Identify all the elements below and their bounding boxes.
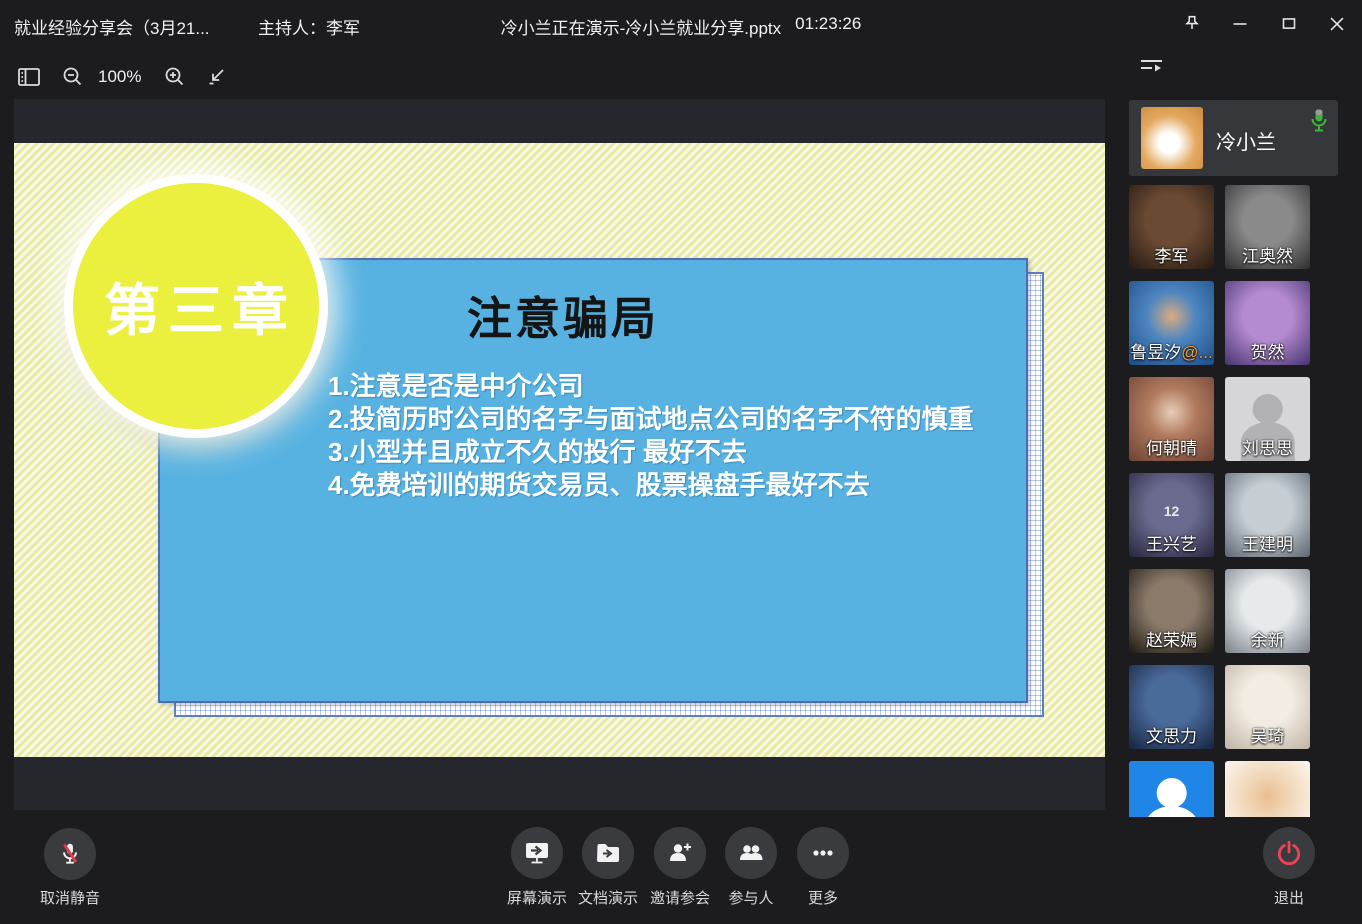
slide-bullet-list: 1.注意是否是中介公司 2.投简历时公司的名字与面试地点公司的名字不符的慎重 3… [328,370,974,502]
participant-name: 鲁昱汐@... [1129,338,1214,363]
more-label: 更多 [763,887,883,908]
participant-tile[interactable]: 江奥然 [1225,185,1310,269]
participants-icon [725,827,777,879]
active-speaker-tile[interactable]: 冷小兰 [1129,100,1338,176]
doc-share-icon [582,827,634,879]
participant-tile[interactable]: 贺然 [1225,281,1310,365]
participant-name: 刘思思 [1225,434,1310,459]
host-label: 主持人：李军 [258,14,360,39]
minimize-button[interactable] [1226,12,1254,36]
maximize-button[interactable] [1275,12,1303,36]
invite-icon [654,827,706,879]
participant-name: 赵荣嫣 [1129,626,1214,651]
mic-active-icon [1309,108,1329,139]
layout-panel-icon[interactable] [16,64,42,90]
chapter-badge-text: 第三章 [96,266,296,347]
close-button[interactable] [1323,12,1351,36]
slide-bullet: 4.免费培训的期货交易员、股票操盘手最好不去 [328,469,974,502]
power-icon [1263,827,1315,879]
fit-screen-icon[interactable] [204,64,230,90]
participant-name: 吴琦 [1225,722,1310,747]
presentation-slide: 注意骗局 1.注意是否是中介公司 2.投简历时公司的名字与面试地点公司的名字不符… [14,143,1105,757]
participant-tile[interactable]: 赵荣嫣 [1129,569,1214,653]
participant-tile[interactable]: 吴琦 [1225,665,1310,749]
meeting-window: { "titlebar": { "meeting_title": "就业经验分享… [0,0,1362,924]
participant-grid: 李军江奥然鲁昱汐@... 贺然何朝晴刘思思 12 王兴艺王建明赵荣嫣余新文思力吴琦 [1129,185,1311,817]
meeting-title: 就业经验分享会（3月21... [14,14,210,39]
screen-share-icon [511,827,563,879]
avatar-overlay-text: 12 [1164,503,1180,519]
placeholder-avatar-icon [1156,778,1187,808]
slide-bullet: 1.注意是否是中介公司 [328,370,974,403]
more-icon [797,827,849,879]
collapse-panel-icon[interactable] [1140,56,1164,76]
unmute-label: 取消静音 [10,887,130,908]
participant-tile[interactable] [1225,761,1310,817]
presenting-title: 冷小兰正在演示-冷小兰就业分享.pptx 01:23:26 [501,14,862,39]
participant-tile[interactable]: 鲁昱汐@... [1129,281,1214,365]
slide-bullet: 2.投简历时公司的名字与面试地点公司的名字不符的慎重 [328,403,974,436]
participant-name: 文思力 [1129,722,1214,747]
participant-name: 余新 [1225,626,1310,651]
zoom-in-icon[interactable] [162,64,188,90]
participant-name: 王兴艺 [1129,530,1214,555]
presenting-filename: 冷小兰正在演示-冷小兰就业分享.pptx [501,14,782,39]
exit-label: 退出 [1229,887,1349,908]
participant-tile[interactable]: 余新 [1225,569,1310,653]
participant-tile[interactable]: 李军 [1129,185,1214,269]
participant-name: 王建明 [1225,530,1310,555]
participant-tile[interactable] [1129,761,1214,817]
placeholder-avatar-icon [1252,394,1283,424]
pin-icon[interactable] [1178,12,1206,36]
speaker-name: 冷小兰 [1216,126,1276,155]
avatar [1141,107,1203,169]
participant-name: 江奥然 [1225,242,1310,267]
meeting-timer: 01:23:26 [795,14,861,39]
placeholder-avatar-icon [1144,806,1198,817]
slide-bullet: 3.小型并且成立不久的投行 最好不去 [328,436,974,469]
chapter-badge: 第三章 [64,174,328,438]
participant-tile[interactable]: 何朝晴 [1129,377,1214,461]
participant-tile[interactable]: 王建明 [1225,473,1310,557]
screen-share-stage: 注意骗局 1.注意是否是中介公司 2.投简历时公司的名字与面试地点公司的名字不符… [14,99,1105,810]
participant-tile[interactable]: 刘思思 [1225,377,1310,461]
participant-tile[interactable]: 12 王兴艺 [1129,473,1214,557]
zoom-level: 100% [98,67,141,87]
mic-muted-icon [44,828,96,880]
participant-name: 贺然 [1225,338,1310,363]
zoom-out-icon[interactable] [60,64,86,90]
participant-tile[interactable]: 文思力 [1129,665,1214,749]
participant-name: 何朝晴 [1129,434,1214,459]
participant-name: 李军 [1129,242,1214,267]
